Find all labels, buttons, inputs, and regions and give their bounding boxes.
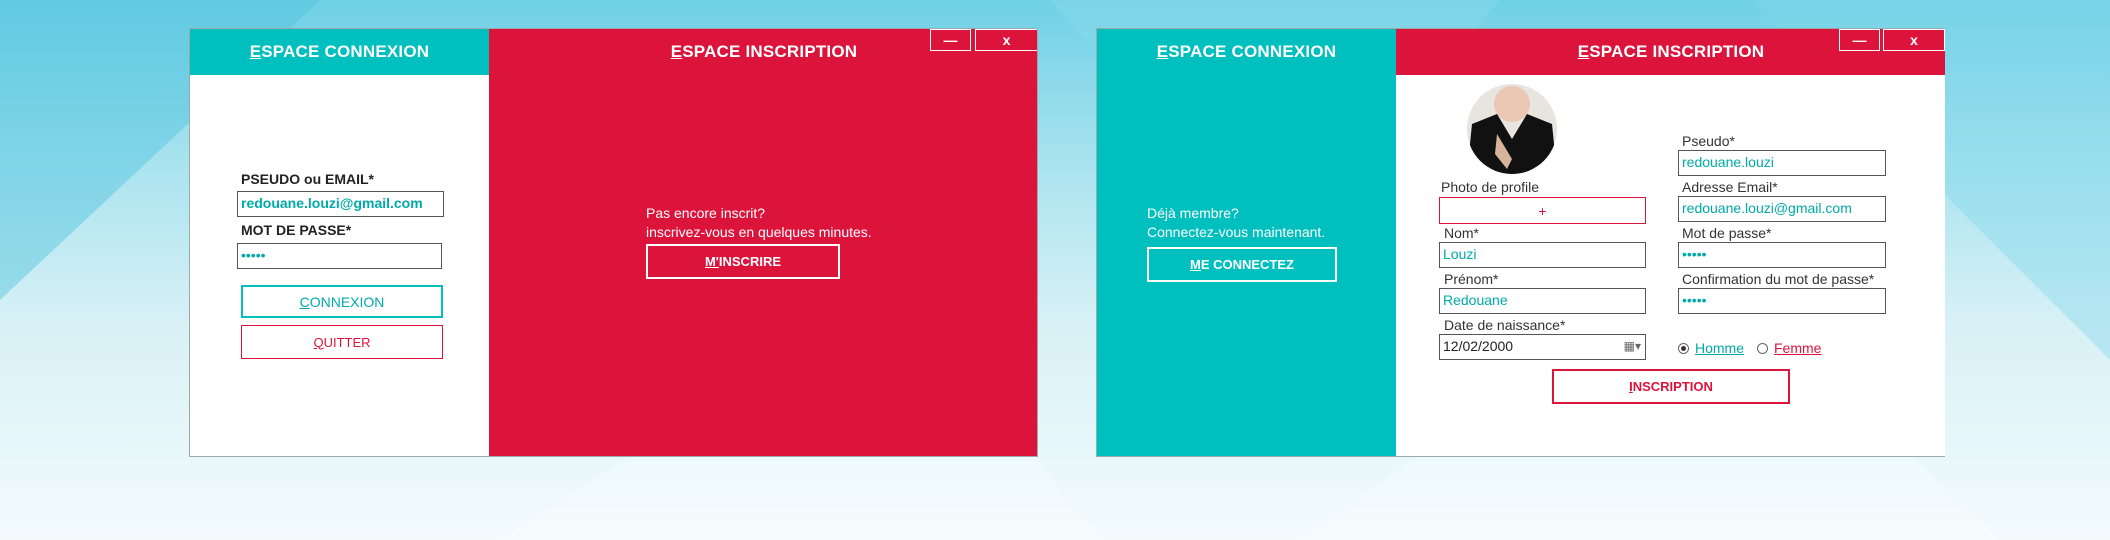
photo-label: Photo de profile	[1441, 179, 1540, 195]
calendar-icon[interactable]: ▦▾	[1624, 339, 1641, 353]
password-input-2[interactable]: •••••	[1678, 242, 1886, 268]
prenom-label: Prénom*	[1444, 271, 1499, 287]
pseudo-input[interactable]: redouane.louzi@gmail.com	[237, 191, 444, 217]
close-button-2[interactable]: x	[1883, 29, 1945, 51]
add-photo-button[interactable]: +	[1439, 197, 1646, 224]
promo-line2: inscrivez-vous en quelques minutes.	[646, 224, 872, 240]
gender-male-label[interactable]: Homme	[1695, 340, 1744, 356]
close-button[interactable]: x	[975, 29, 1037, 51]
gender-female-radio[interactable]	[1757, 343, 1768, 354]
login-header-2: ESPACE CONNEXION	[1156, 42, 1337, 61]
minimize-button[interactable]: —	[930, 29, 971, 51]
login-promo-panel: ESPACE CONNEXION Déjà membre? Connectez-…	[1097, 29, 1396, 456]
pseudo-label: PSEUDO ou EMAIL*	[241, 171, 375, 187]
email-label: Adresse Email*	[1682, 179, 1778, 195]
quitter-button[interactable]: QUITTER	[241, 325, 443, 359]
gender-male-radio[interactable]	[1678, 343, 1689, 354]
member-line2: Connectez-vous maintenant.	[1147, 224, 1326, 240]
nom-label: Nom*	[1444, 225, 1480, 241]
password-label-2: Mot de passe*	[1682, 225, 1772, 241]
register-form-panel: ESPACE INSCRIPTION — x Photo de profile …	[1396, 29, 1945, 456]
prenom-input[interactable]: Redouane	[1439, 288, 1646, 314]
inscrire-button[interactable]: M'INSCRIRE	[646, 244, 840, 279]
confirm-password-label: Confirmation du mot de passe*	[1682, 271, 1875, 287]
birthdate-label: Date de naissance*	[1444, 317, 1566, 333]
login-panel: ESPACE CONNEXION PSEUDO ou EMAIL* redoua…	[190, 29, 489, 456]
pseudo-input-2[interactable]: redouane.louzi	[1678, 150, 1886, 176]
register-window: ESPACE CONNEXION Déjà membre? Connectez-…	[1096, 28, 1945, 457]
email-input[interactable]: redouane.louzi@gmail.com	[1678, 196, 1886, 222]
birthdate-picker[interactable]: 12/02/2000 ▦▾	[1439, 334, 1646, 360]
nom-input[interactable]: Louzi	[1439, 242, 1646, 268]
minimize-button-2[interactable]: —	[1839, 29, 1880, 51]
confirm-password-input[interactable]: •••••	[1678, 288, 1886, 314]
password-label: MOT DE PASSE*	[241, 222, 352, 238]
promo-line1: Pas encore inscrit?	[646, 205, 766, 221]
pseudo-label-2: Pseudo*	[1682, 133, 1735, 149]
me-connectez-button[interactable]: ME CONNECTEZ	[1147, 247, 1337, 282]
inscription-button[interactable]: INSCRIPTION	[1552, 369, 1790, 404]
connexion-button[interactable]: CONNEXION	[241, 285, 443, 318]
member-line1: Déjà membre?	[1147, 205, 1239, 221]
profile-avatar	[1467, 84, 1557, 174]
password-input[interactable]: •••••	[237, 243, 442, 269]
login-header: ESPACE CONNEXION	[190, 29, 489, 75]
register-promo-panel: ESPACE INSCRIPTION — x Pas encore inscri…	[489, 29, 1037, 456]
login-window: ESPACE CONNEXION PSEUDO ou EMAIL* redoua…	[189, 28, 1038, 457]
gender-female-label[interactable]: Femme	[1774, 340, 1821, 356]
birthdate-value: 12/02/2000	[1443, 338, 1514, 354]
